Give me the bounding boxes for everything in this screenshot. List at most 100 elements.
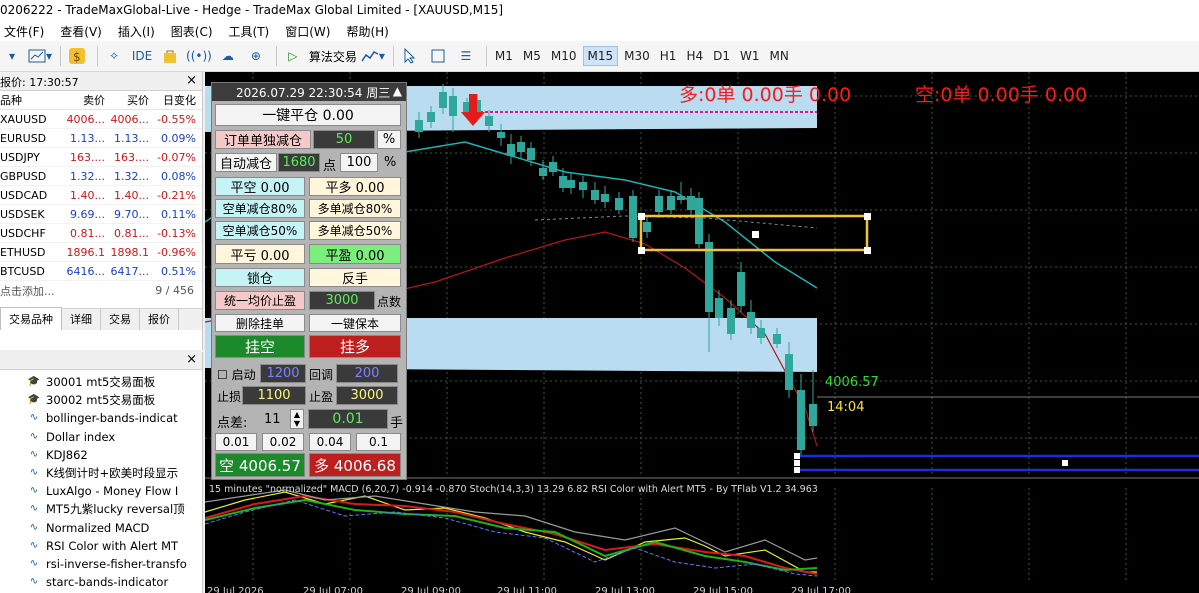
pullback-input[interactable]: 200	[336, 364, 398, 383]
navigator-item[interactable]: 🎓 30001 mt5交易面板	[26, 373, 202, 391]
tab-symbols[interactable]: 交易品种	[0, 307, 62, 330]
vps-icon[interactable]: ⊕	[244, 44, 268, 68]
col-ask[interactable]: 买价	[108, 92, 152, 108]
pending-long-button[interactable]: 挂多	[309, 335, 401, 358]
navigator-item[interactable]: ∿ rsi-inverse-fisher-transfo	[26, 555, 202, 573]
navigator-item[interactable]: ∿ starc-bands-indicator	[26, 573, 202, 591]
auto-reduce-pct-input[interactable]: 100	[340, 153, 378, 172]
lot-stepper[interactable]: ▲ ▼	[290, 409, 304, 429]
avg-takeprofit-button[interactable]: 统一均价止盈	[215, 291, 305, 310]
sell-button[interactable]: 空 4006.57	[215, 453, 305, 477]
menu-file[interactable]: 文件(F)	[0, 23, 56, 40]
close-all-button[interactable]: 一键平仓 0.00	[215, 104, 401, 126]
enable-distance-input[interactable]: 1200	[260, 364, 306, 383]
menu-chart[interactable]: 图表(C)	[167, 23, 225, 40]
close-icon[interactable]: ×	[186, 352, 197, 367]
timeframe-m15[interactable]: M15	[582, 46, 619, 66]
menu-help[interactable]: 帮助(H)	[342, 23, 400, 40]
col-bid[interactable]: 卖价	[64, 92, 108, 108]
close-long-button[interactable]: 平多 0.00	[309, 177, 401, 196]
navigator-item[interactable]: ∿ KDJ862	[26, 446, 202, 464]
timeframe-d1[interactable]: D1	[709, 47, 734, 65]
algo-trading-button[interactable]: 算法交易	[309, 44, 357, 68]
order-reduce-button[interactable]: 订单单独减仓	[215, 130, 311, 149]
dollar-icon[interactable]: $	[65, 44, 89, 68]
tab-ticks[interactable]: 报价	[140, 308, 179, 330]
col-symbol[interactable]: 品种	[0, 92, 64, 108]
navigator-item[interactable]: ∿ LuxAlgo - Money Flow I	[26, 482, 202, 500]
reverse-button[interactable]: 反手	[309, 268, 401, 287]
timeframe-m30[interactable]: M30	[620, 47, 654, 65]
tab-details[interactable]: 详细	[62, 308, 101, 330]
close-profit-button[interactable]: 平盈 0.00	[309, 244, 401, 264]
buy-button[interactable]: 多 4006.68	[309, 453, 401, 477]
lot-preset-3[interactable]: 0.04	[309, 433, 351, 451]
navigator-item[interactable]: ∿ Dollar index	[26, 428, 202, 446]
auto-reduce-toggle[interactable]: 自动减仓	[215, 153, 277, 172]
stoploss-input[interactable]: 1100	[242, 386, 306, 405]
enable-checkbox[interactable]: ☐ 启动	[217, 366, 256, 383]
play-icon[interactable]: ▷	[281, 44, 305, 68]
takeprofit-input[interactable]: 3000	[336, 386, 398, 405]
col-change[interactable]: 日变化	[152, 92, 200, 108]
delete-pending-button[interactable]: 删除挂单	[215, 314, 305, 332]
chart-template-icon[interactable]: ▾	[28, 44, 52, 68]
navigator-item[interactable]: 🎓 30002 mt5交易面板	[26, 391, 202, 409]
cursor-icon[interactable]	[398, 44, 422, 68]
navigator-item[interactable]: ∿ bollinger-bands-indicat	[26, 409, 202, 427]
lot-input[interactable]: 0.01	[308, 409, 388, 429]
menu-insert[interactable]: 插入(I)	[114, 23, 167, 40]
breakeven-button[interactable]: 一键保本	[309, 314, 401, 332]
menu-window[interactable]: 窗口(W)	[281, 23, 342, 40]
timeframe-m1[interactable]: M1	[491, 47, 517, 65]
ide-button[interactable]: IDE	[130, 44, 154, 68]
timeframe-m10[interactable]: M10	[547, 47, 581, 65]
timeframe-h4[interactable]: H4	[682, 47, 707, 65]
market-watch-row[interactable]: USDSEK 9.69... 9.70... 0.11%	[0, 205, 202, 224]
indicators-icon[interactable]: ▾	[361, 44, 385, 68]
menu-view[interactable]: 查看(V)	[56, 23, 114, 40]
market-watch-row[interactable]: USDJPY 163.... 163.... -0.07%	[0, 148, 202, 167]
lines-icon[interactable]: ☰	[454, 44, 478, 68]
market-watch-row[interactable]: EURUSD 1.13... 1.13... 0.09%	[0, 129, 202, 148]
market-watch-row[interactable]: USDCHF 0.81... 0.81... -0.13%	[0, 224, 202, 243]
navigator-item[interactable]: ∿ RSI Color with Alert MT	[26, 537, 202, 555]
lot-preset-2[interactable]: 0.02	[262, 433, 304, 451]
expert-icon[interactable]: ✧	[102, 44, 126, 68]
cloud-icon[interactable]: ☁	[216, 44, 240, 68]
market-watch-row[interactable]: ETHUSD 1896.1 1898.1 -0.96%	[0, 243, 202, 262]
tab-trading[interactable]: 交易	[101, 308, 140, 330]
timeframe-mn[interactable]: MN	[765, 47, 792, 65]
long-reduce-50-button[interactable]: 多单减仓50%	[309, 221, 401, 240]
timeframe-w1[interactable]: W1	[736, 47, 764, 65]
lot-preset-4[interactable]: 0.1	[356, 433, 401, 451]
navigator-item[interactable]: ∿ MT5九紫lucky reversal顶	[26, 500, 202, 518]
timeframe-m5[interactable]: M5	[519, 47, 545, 65]
signals-icon[interactable]: ((•))	[186, 44, 212, 68]
close-loss-button[interactable]: 平亏 0.00	[215, 244, 305, 264]
avg-takeprofit-input[interactable]: 3000	[309, 291, 375, 310]
timeframe-h1[interactable]: H1	[656, 47, 681, 65]
zoom-box-icon[interactable]	[426, 44, 450, 68]
pending-short-button[interactable]: 挂空	[215, 335, 305, 358]
auto-reduce-points-input[interactable]: 1680	[278, 153, 320, 172]
order-reduce-input[interactable]: 50	[313, 130, 375, 149]
market-bag-icon[interactable]	[158, 44, 182, 68]
market-watch-row[interactable]: XAUUSD 4006... 4006... -0.55%	[0, 110, 202, 129]
lock-button[interactable]: 锁仓	[215, 268, 305, 287]
collapse-icon[interactable]: ▲	[393, 84, 402, 98]
close-short-button[interactable]: 平空 0.00	[215, 177, 305, 196]
market-watch-row[interactable]: GBPUSD 1.32... 1.32... 0.08%	[0, 167, 202, 186]
short-reduce-80-button[interactable]: 空单减仓80%	[215, 199, 305, 218]
lot-preset-1[interactable]: 0.01	[215, 433, 257, 451]
add-symbol-hint[interactable]: 点击添加...	[0, 283, 55, 299]
market-watch-row[interactable]: BTCUSD 6416... 6417... 0.51%	[0, 262, 202, 281]
navigator-item[interactable]: ∿ Normalized MACD	[26, 519, 202, 537]
short-reduce-50-button[interactable]: 空单减仓50%	[215, 221, 305, 240]
market-watch-row[interactable]: USDCAD 1.40... 1.40... -0.21%	[0, 186, 202, 205]
navigator-item[interactable]: ∿ K线倒计时+欧美时段显示	[26, 464, 202, 482]
long-reduce-80-button[interactable]: 多单减仓80%	[309, 199, 401, 218]
dropdown-icon[interactable]: ▾	[0, 44, 24, 68]
menu-tools[interactable]: 工具(T)	[225, 23, 282, 40]
close-icon[interactable]: ×	[186, 73, 197, 88]
